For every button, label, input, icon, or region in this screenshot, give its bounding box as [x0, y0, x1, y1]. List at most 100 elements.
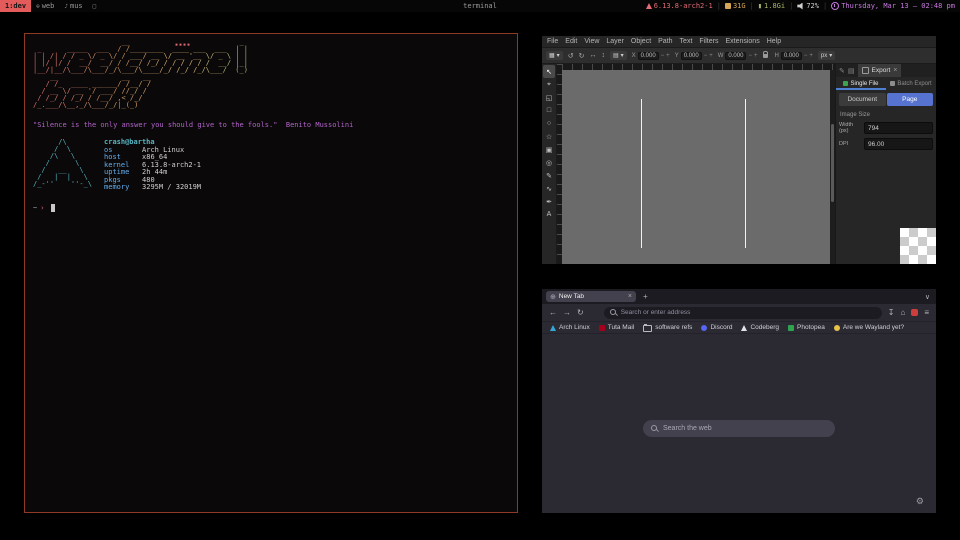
volume-status[interactable]: 72% [797, 2, 819, 10]
menu-filters[interactable]: Filters [699, 38, 718, 45]
ellipse-tool[interactable]: ○ [543, 117, 555, 130]
scale-mode-dropdown[interactable]: ▤ ▾ [610, 51, 627, 60]
text-tool[interactable]: A [543, 208, 555, 221]
stepper-plus[interactable]: + [666, 53, 670, 59]
url-bar[interactable]: Search or enter address [604, 307, 882, 319]
lock-ratio-icon[interactable] [763, 54, 768, 58]
select-mode-dropdown[interactable]: ▦ ▾ [546, 51, 563, 60]
home-button[interactable]: ⌂ [900, 308, 905, 317]
terminal-window[interactable]: ▪▪▪▪ __ _ _ _____ ___ / /________ ____ _… [24, 33, 518, 513]
y-field[interactable]: Y 0.000 − + [675, 52, 713, 60]
arch-logo-icon [646, 3, 652, 9]
stepper-plus[interactable]: + [709, 53, 713, 59]
fetch-info: crash@bartha os Arch Linux host x86_64 k… [104, 139, 201, 192]
calligraphy-tool[interactable]: ∿ [543, 182, 555, 195]
forward-button[interactable]: → [563, 308, 571, 317]
memory-icon: ▮ [758, 2, 762, 10]
status-bar: 1:dev ⊕ web ♪ mus □ terminal 6.13.8-arch… [0, 0, 960, 12]
menu-button[interactable]: ≡ [924, 308, 929, 317]
menu-file[interactable]: File [547, 38, 558, 45]
width-field[interactable]: W 0.000 − + [718, 52, 758, 60]
stepper-minus[interactable]: − [704, 53, 708, 59]
dpi-row: DPI 96.00 [839, 138, 933, 150]
browser-window: ⊕ New Tab × + ∨ ← → ↻ Search or enter ad… [542, 289, 936, 513]
menu-help[interactable]: Help [767, 38, 781, 45]
unit-dropdown[interactable]: px ▾ [818, 51, 835, 60]
workspace-web[interactable]: ⊕ web [31, 0, 59, 12]
menu-layer[interactable]: Layer [606, 38, 624, 45]
back-button[interactable]: ← [549, 308, 557, 317]
new-tab-button[interactable]: + [643, 292, 648, 301]
bookmark-are-we-wayland-yet[interactable]: Are we Wayland yet? [834, 324, 904, 331]
stepper-plus[interactable]: + [754, 53, 758, 59]
fill-stroke-dialog-icon[interactable]: ✎ [839, 67, 845, 75]
node-tool[interactable]: ⌖ [543, 78, 555, 91]
export-width-input[interactable]: 794 [864, 122, 933, 134]
bookmark-photopea[interactable]: Photopea [788, 324, 825, 331]
menu-text[interactable]: Text [680, 38, 693, 45]
tab-title: New Tab [559, 293, 625, 300]
clock-status: Thursday, Mar 13 — 02:48 pm [831, 2, 955, 10]
height-field[interactable]: H 0.000 − + [774, 52, 812, 60]
menu-object[interactable]: Object [631, 38, 651, 45]
pencil-tool[interactable]: ✎ [543, 169, 555, 182]
stack-icon [890, 81, 895, 86]
export-area-buttons: Document Page [839, 93, 933, 106]
select-tool[interactable]: ↖ [543, 65, 555, 78]
disk-icon [725, 3, 731, 9]
reload-button[interactable]: ↻ [577, 308, 584, 317]
adblock-extension-icon[interactable] [911, 309, 918, 316]
separator: | [823, 2, 827, 10]
x-field[interactable]: X 0.000 − + [632, 52, 670, 60]
downloads-button[interactable]: ↧ [888, 308, 895, 317]
menu-view[interactable]: View [584, 38, 599, 45]
stepper-minus[interactable]: − [748, 53, 752, 59]
close-icon[interactable]: × [893, 67, 897, 74]
close-tab-icon[interactable]: × [628, 293, 632, 300]
layers-dialog-icon[interactable]: ▤ [848, 67, 855, 75]
menu-edit[interactable]: Edit [565, 38, 577, 45]
tuta-icon [599, 325, 605, 331]
tab-batch-export[interactable]: Batch Export [886, 77, 936, 90]
export-dialog-tab[interactable]: Export × [858, 64, 902, 77]
tab-single-file[interactable]: Single File [836, 77, 886, 90]
star-tool[interactable]: ☆ [543, 130, 555, 143]
workspace-mus[interactable]: ♪ mus [59, 0, 87, 12]
bookmark-discord[interactable]: Discord [701, 324, 732, 331]
menu-extensions[interactable]: Extensions [725, 38, 759, 45]
bookmark-tuta-mail[interactable]: Tuta Mail [599, 324, 635, 331]
bookmark-codeberg[interactable]: Codeberg [741, 324, 779, 331]
search-icon [651, 425, 658, 433]
stepper-plus[interactable]: + [809, 53, 813, 59]
music-note-icon: ♪ [64, 3, 68, 10]
list-tabs-chevron-icon[interactable]: ∨ [925, 293, 930, 301]
shape-builder-tool[interactable]: ◱ [543, 91, 555, 104]
shell-prompt[interactable]: ~ › [33, 204, 509, 212]
workspace-label: 1:dev [5, 2, 26, 10]
bookmark-folder-software-refs[interactable]: software refs [643, 324, 692, 332]
box3d-tool[interactable]: ▣ [543, 143, 555, 156]
pen-tool[interactable]: ✒ [543, 195, 555, 208]
active-tab[interactable]: ⊕ New Tab × [546, 291, 636, 302]
chevron-down-icon: ▾ [829, 52, 832, 59]
flip-horizontal-button[interactable]: ↔ [589, 52, 596, 59]
flip-vertical-button[interactable]: ↕ [601, 52, 605, 59]
stepper-minus[interactable]: − [804, 53, 808, 59]
rotate-cw-button[interactable]: ↻ [579, 52, 585, 60]
spiral-tool[interactable]: ◎ [543, 156, 555, 169]
export-dpi-input[interactable]: 96.00 [864, 138, 933, 150]
disk-status: 31G [725, 2, 746, 10]
menu-path[interactable]: Path [658, 38, 672, 45]
bookmark-arch-linux[interactable]: Arch Linux [550, 324, 590, 331]
rectangle-tool[interactable]: □ [543, 104, 555, 117]
export-preview-checkerboard [900, 228, 936, 264]
workspace-dev[interactable]: 1:dev [0, 0, 31, 12]
stepper-minus[interactable]: − [661, 53, 665, 59]
personalize-gear-icon[interactable]: ⚙ [916, 496, 924, 507]
document-button[interactable]: Document [839, 93, 886, 106]
page-button[interactable]: Page [887, 93, 934, 106]
canvas[interactable] [557, 64, 835, 264]
workspace-scratch[interactable]: □ [88, 0, 102, 12]
web-search-input[interactable]: Search the web [643, 420, 835, 437]
rotate-ccw-button[interactable]: ↺ [568, 52, 574, 60]
